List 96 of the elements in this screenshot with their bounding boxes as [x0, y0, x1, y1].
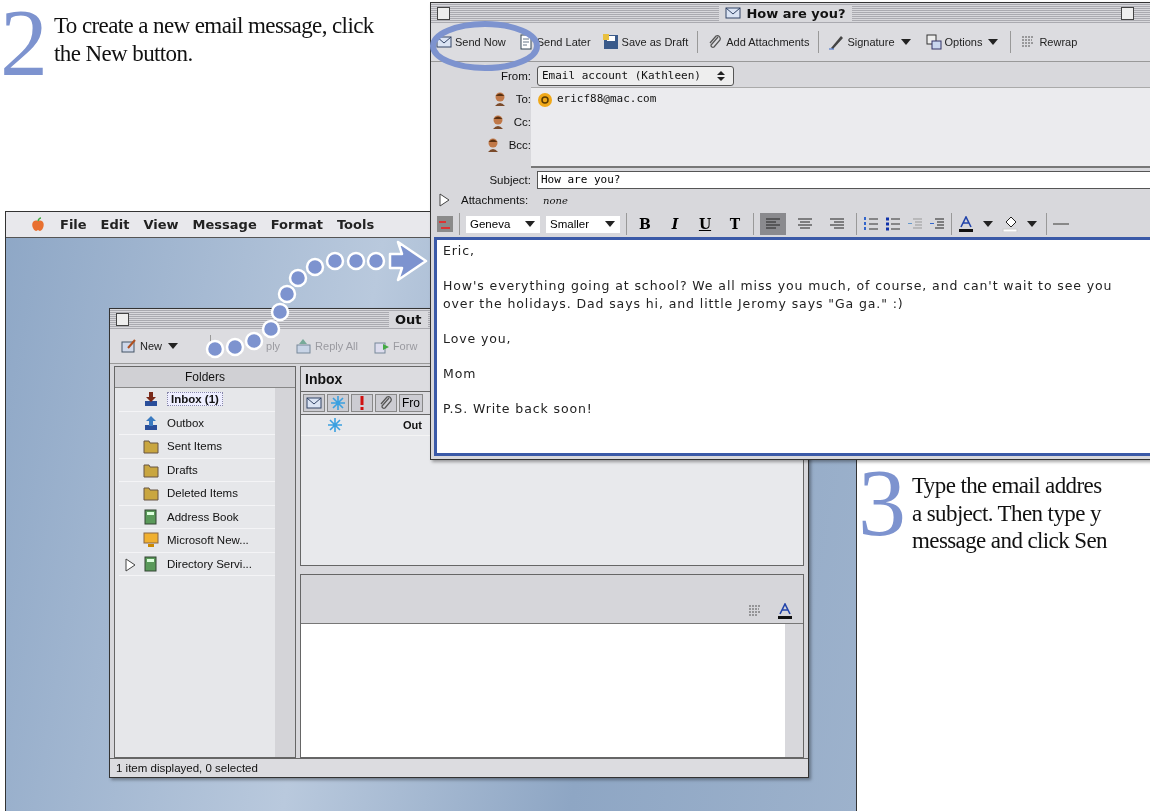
font-size-icon: [777, 603, 793, 619]
recipients-field[interactable]: ericf88@mac.com: [531, 87, 1150, 168]
style-button[interactable]: B: [633, 216, 657, 232]
menu-item[interactable]: File: [60, 217, 87, 232]
folder-item[interactable]: Sent Items: [167, 440, 222, 453]
folder-item[interactable]: Deleted Items: [167, 487, 238, 500]
style-button[interactable]: T: [723, 216, 747, 232]
font-dropdown[interactable]: Geneva: [466, 215, 540, 233]
style-button[interactable]: I: [663, 216, 687, 232]
column-header[interactable]: [303, 394, 325, 412]
folder-item[interactable]: Directory Servi...: [167, 557, 252, 570]
toolbar-button[interactable]: Rewrap: [1017, 32, 1081, 52]
zoom-box[interactable]: [1121, 6, 1134, 20]
paperclip-icon: [378, 395, 394, 411]
pen-icon: [828, 34, 845, 50]
indent-icon: [929, 216, 945, 232]
book-icon: [143, 508, 159, 525]
to-label: To:: [515, 92, 531, 105]
document-icon: [517, 34, 534, 50]
window-title: Out: [389, 311, 428, 327]
folder-icon: [143, 438, 159, 455]
folder-item[interactable]: Microsoft New...: [167, 534, 249, 547]
grid-icon: [925, 34, 942, 50]
close-box[interactable]: [116, 312, 129, 326]
message-body[interactable]: [434, 237, 1150, 456]
reply-icon: [296, 338, 313, 354]
message-paragraph: Eric,: [443, 242, 476, 260]
step-number: 3: [858, 462, 906, 555]
toolbar-button[interactable]: Options: [922, 32, 1005, 52]
window-title: How are you?: [719, 5, 852, 21]
align-right-icon: [829, 216, 845, 232]
close-box[interactable]: [437, 6, 450, 20]
toolbar-button[interactable]: Signature: [825, 32, 917, 52]
account-select[interactable]: Email account (Kathleen): [537, 65, 734, 86]
outdent-icon: [907, 216, 923, 232]
align-button[interactable]: [760, 213, 786, 235]
at-icon: [537, 92, 553, 108]
subject-field[interactable]: How are you?: [537, 170, 1150, 189]
envelope-icon: [725, 5, 742, 21]
status-bar: 1 item displayed, 0 selected: [110, 758, 808, 777]
folder-item[interactable]: Inbox (1): [167, 392, 223, 407]
from-label: From:: [499, 69, 531, 82]
book-icon: [143, 555, 159, 572]
folder-icon: [143, 485, 159, 502]
numbered-list-icon: [863, 216, 879, 232]
monitor-icon: [143, 532, 159, 549]
folder-item[interactable]: Drafts: [167, 463, 198, 476]
apple-logo-icon: [30, 216, 46, 233]
step-number: 2: [0, 2, 48, 84]
column-header[interactable]: [375, 394, 397, 412]
style-button[interactable]: U: [693, 216, 717, 232]
step-instruction: Type the email addres a subject. Then type y message and click Sen: [912, 472, 1107, 555]
menu-item[interactable]: Tools: [336, 217, 375, 232]
step-instruction: To create a new email message, click the New button.: [54, 12, 374, 68]
attachments-value: none: [543, 194, 568, 206]
bullet-list-icon: [885, 216, 901, 232]
folders-header: Folders: [115, 367, 295, 388]
message-sender[interactable]: Out: [403, 419, 422, 431]
toolbar-button[interactable]: Send Now: [433, 32, 509, 52]
paperclip-icon: [707, 34, 724, 50]
message-paragraph: P.S. Write back soon!: [443, 399, 594, 417]
text-color-icon: [958, 216, 974, 232]
folder-item[interactable]: Address Book: [167, 510, 239, 523]
message-paragraph: How's everything going at school? We all miss you much, of course, and can't wait to see you over the holidays. Dad says hi, and little Jeromy says "Ga ga." :): [443, 277, 1114, 312]
toolbar-button[interactable]: Save as Draft: [599, 32, 692, 52]
tray-up-icon: [143, 414, 159, 431]
column-header[interactable]: [351, 394, 373, 412]
rewrap-icon: [747, 603, 763, 619]
column-header[interactable]: [327, 394, 349, 412]
column-header[interactable]: Fro: [399, 394, 423, 412]
menu-item[interactable]: Format: [270, 217, 323, 232]
paint-bucket-icon: [1002, 216, 1018, 232]
cc-label: Cc:: [513, 115, 531, 128]
message-paragraph: Mom: [443, 364, 478, 382]
compose-icon: [121, 338, 137, 354]
format-toggle-icon: [437, 216, 453, 232]
folder-item[interactable]: Outbox: [167, 416, 205, 429]
toolbar-button[interactable]: New: [118, 336, 184, 356]
folder-icon: [143, 461, 159, 478]
menu-item[interactable]: Edit: [100, 217, 130, 232]
envelope-icon: [436, 34, 452, 50]
bcc-label: Bcc:: [508, 138, 531, 151]
asterisk-icon: [330, 395, 346, 411]
menu-item[interactable]: Message: [192, 217, 257, 232]
attachments-label: Attachments:: [461, 194, 529, 206]
size-dropdown[interactable]: Smaller: [546, 215, 620, 233]
align-center-icon: [797, 216, 813, 232]
unread-icon: [327, 417, 343, 433]
toolbar-button[interactable]: Send Later: [514, 32, 594, 52]
message-paragraph: Love you,: [443, 329, 513, 347]
align-left-icon: [765, 216, 781, 232]
toolbar-button[interactable]: Add Attachments: [704, 32, 813, 52]
tray-down-icon: [143, 391, 159, 408]
envelope-icon: [306, 395, 322, 411]
subject-label: Subject:: [488, 173, 531, 186]
menu-item[interactable]: View: [143, 217, 179, 232]
